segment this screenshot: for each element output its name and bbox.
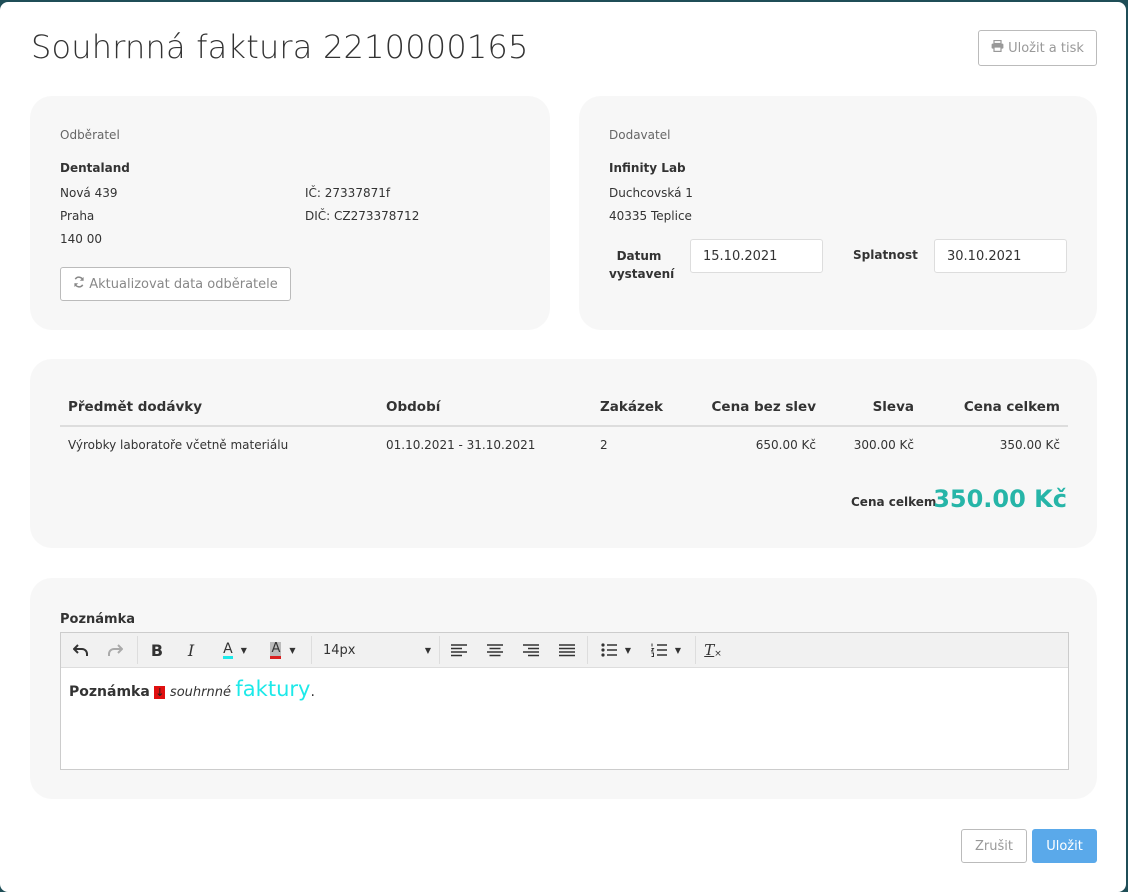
font-size-value: 14px xyxy=(323,642,356,658)
toolbar-separator xyxy=(137,636,138,664)
customer-city: Praha xyxy=(60,209,95,223)
note-italic-text: souhrnné xyxy=(169,685,231,700)
numbered-list-icon[interactable]: ▼ xyxy=(645,638,687,662)
cell-price-no-discount: 650.00 Kč xyxy=(755,438,816,452)
cell-discount: 300.00 Kč xyxy=(853,438,914,452)
align-left-icon[interactable] xyxy=(447,638,471,662)
redo-icon[interactable] xyxy=(103,638,127,662)
customer-name: Dentaland xyxy=(60,161,130,175)
note-end-text: . xyxy=(310,684,315,700)
cell-period: 01.10.2021 - 31.10.2021 xyxy=(386,438,536,452)
col-period: Období xyxy=(378,389,592,427)
toolbar-separator xyxy=(695,636,696,664)
save-button[interactable]: Uložit xyxy=(1032,829,1097,863)
undo-icon[interactable] xyxy=(69,638,93,662)
print-icon xyxy=(991,39,1004,56)
note-content[interactable]: Poznámka ↓ souhrnné faktury. xyxy=(69,677,315,701)
items-panel: Předmět dodávky Období Zakázek Cena bez … xyxy=(30,359,1097,548)
customer-panel: Odběratel Dentaland Nová 439 Praha 140 0… xyxy=(30,96,550,330)
col-orders: Zakázek xyxy=(592,389,678,427)
note-cyan-text: faktury xyxy=(235,677,311,701)
note-bold-text: Poznámka xyxy=(69,684,150,700)
font-size-select[interactable]: 14px ▼ xyxy=(323,638,431,662)
table-header-row: Předmět dodávky Období Zakázek Cena bez … xyxy=(60,389,1068,427)
refresh-customer-label: Aktualizovat data odběratele xyxy=(89,276,278,292)
customer-ic: IČ: 27337871f xyxy=(305,186,391,200)
supplier-panel: Dodavatel Infinity Lab Duchcovská 1 4033… xyxy=(579,96,1097,330)
supplier-heading: Dodavatel xyxy=(609,128,671,142)
grand-total-label: Cena celkem xyxy=(851,495,937,509)
cell-total: 350.00 Kč xyxy=(999,438,1060,452)
customer-street: Nová 439 xyxy=(60,186,118,200)
highlight-color-icon[interactable]: A ▼ xyxy=(263,638,303,662)
cell-subject: Výrobky laboratoře včetně materiálu xyxy=(68,438,289,452)
note-editor: B I A ▼ A ▼ 14px ▼ ▼ ▼ T × Poznámka ↓ so… xyxy=(60,632,1069,770)
align-justify-icon[interactable] xyxy=(555,638,579,662)
cancel-button[interactable]: Zrušit xyxy=(961,829,1027,863)
supplier-city: 40335 Teplice xyxy=(609,209,692,223)
issue-date-label-line1: Datum xyxy=(616,249,662,263)
items-table: Předmět dodávky Období Zakázek Cena bez … xyxy=(60,389,1068,463)
col-total: Cena celkem xyxy=(922,389,1068,427)
issue-date-input[interactable]: 15.10.2021 xyxy=(690,239,823,273)
toolbar-separator xyxy=(311,636,312,664)
editor-toolbar: B I A ▼ A ▼ 14px ▼ ▼ ▼ T × xyxy=(61,633,1068,668)
due-date-label: Splatnost xyxy=(853,248,918,262)
supplier-street: Duchcovská 1 xyxy=(609,186,693,200)
note-panel: Poznámka B I A ▼ A ▼ 14px ▼ ▼ ▼ T × Pozn… xyxy=(30,578,1097,799)
italic-icon[interactable]: I xyxy=(179,638,203,662)
note-marker: ↓ xyxy=(154,686,166,699)
invoice-modal: Souhrnná faktura 2210000165 Uložit a tis… xyxy=(0,2,1126,892)
col-subject: Předmět dodávky xyxy=(60,389,378,427)
customer-zip: 140 00 xyxy=(60,232,102,246)
align-center-icon[interactable] xyxy=(483,638,507,662)
issue-date-label: Datum vystavení xyxy=(609,247,675,283)
toolbar-separator xyxy=(439,636,440,664)
page-title: Souhrnná faktura 2210000165 xyxy=(31,28,529,66)
save-label: Uložit xyxy=(1046,838,1083,854)
table-row: Výrobky laboratoře včetně materiálu 01.1… xyxy=(60,426,1068,463)
text-color-icon[interactable]: A ▼ xyxy=(215,638,255,662)
clear-formatting-icon[interactable]: T × xyxy=(701,638,725,662)
toolbar-separator xyxy=(587,636,588,664)
col-discount: Sleva xyxy=(824,389,922,427)
refresh-customer-button[interactable]: Aktualizovat data odběratele xyxy=(60,267,291,301)
save-and-print-button[interactable]: Uložit a tisk xyxy=(978,30,1097,66)
note-label: Poznámka xyxy=(60,612,136,627)
customer-heading: Odběratel xyxy=(60,128,120,142)
customer-dic: DIČ: CZ273378712 xyxy=(305,209,420,223)
issue-date-label-line2: vystavení xyxy=(609,267,675,281)
supplier-name: Infinity Lab xyxy=(609,161,686,175)
align-right-icon[interactable] xyxy=(519,638,543,662)
bullet-list-icon[interactable]: ▼ xyxy=(595,638,637,662)
due-date-input[interactable]: 30.10.2021 xyxy=(934,239,1067,273)
refresh-icon xyxy=(73,276,85,292)
cancel-label: Zrušit xyxy=(975,838,1013,854)
grand-total-value: 350.00 Kč xyxy=(933,485,1067,513)
cell-orders: 2 xyxy=(600,438,608,452)
save-and-print-label: Uložit a tisk xyxy=(1008,40,1084,56)
bold-icon[interactable]: B xyxy=(145,638,169,662)
col-price-no-discount: Cena bez slev xyxy=(678,389,824,427)
